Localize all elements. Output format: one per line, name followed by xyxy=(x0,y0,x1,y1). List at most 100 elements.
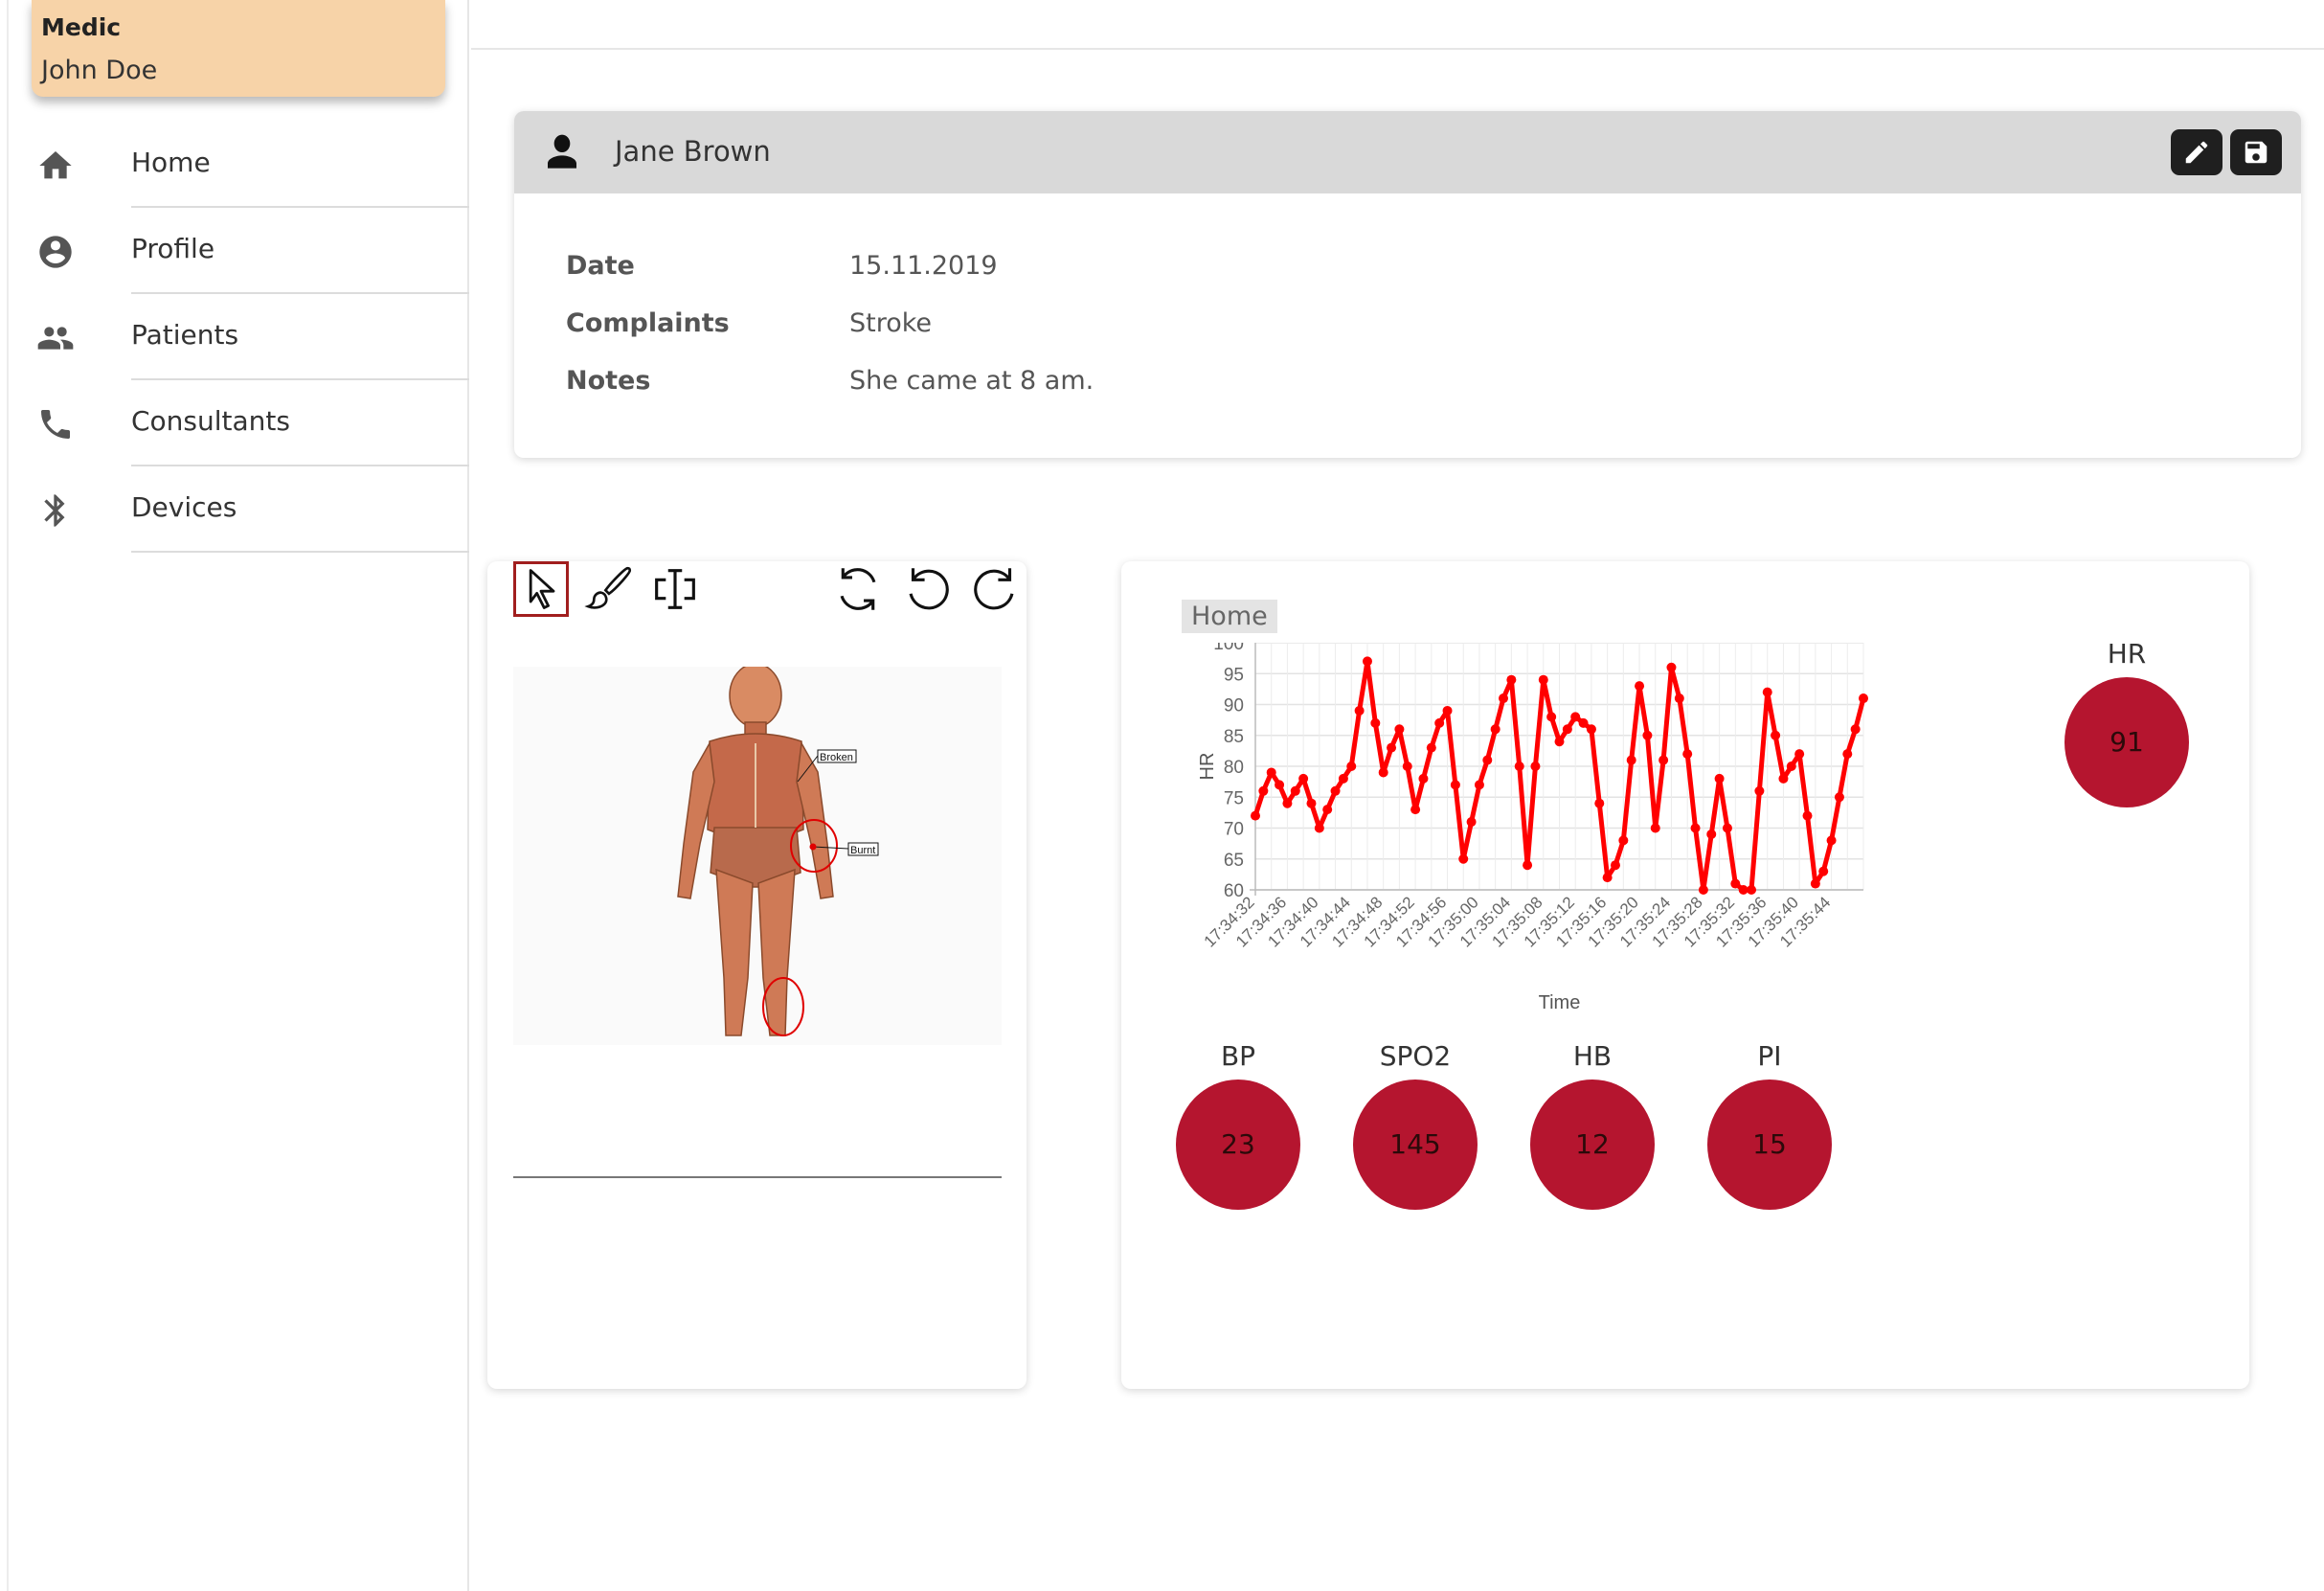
complaints-label: Complaints xyxy=(566,308,730,338)
hr-data-point xyxy=(1706,829,1717,839)
hr-data-point xyxy=(1818,866,1829,876)
broken-annotation-label: Broken xyxy=(820,752,853,763)
hr-data-point xyxy=(1482,755,1493,765)
redo-icon xyxy=(974,568,1014,610)
hr-data-point xyxy=(1530,761,1541,771)
hr-data-point xyxy=(1714,773,1725,784)
hr-data-point xyxy=(1570,712,1581,722)
hr-data-point xyxy=(1842,749,1853,760)
hr-data-point xyxy=(1523,860,1533,871)
hr-data-point xyxy=(1578,717,1589,728)
hr-data-point xyxy=(1538,674,1548,685)
y-tick-label: 80 xyxy=(1224,758,1244,778)
y-tick-label: 90 xyxy=(1224,696,1244,716)
brush-tool-button[interactable] xyxy=(581,561,637,617)
bp-label: BP xyxy=(1220,1040,1256,1072)
burnt-annotation-label: Burnt xyxy=(850,845,875,856)
hr-data-point xyxy=(1499,693,1509,704)
hr-data-point xyxy=(1442,705,1453,716)
undo-icon xyxy=(909,568,949,610)
tab-home[interactable]: Home xyxy=(1182,600,1277,633)
hr-data-point xyxy=(1762,687,1772,697)
canvas-baseline xyxy=(513,1176,1002,1178)
sidebar-item-label: Profile xyxy=(131,233,215,264)
hr-data-point xyxy=(1298,773,1309,784)
person-icon xyxy=(548,134,576,169)
hr-data-point xyxy=(1466,817,1477,828)
hr-data-point xyxy=(1826,835,1837,846)
hr-data-point xyxy=(1322,805,1333,815)
date-value: 15.11.2019 xyxy=(849,251,998,281)
hr-data-point xyxy=(1402,761,1412,771)
hr-data-point xyxy=(1850,724,1861,735)
pointer-icon xyxy=(529,569,555,609)
sidebar-item-label: Devices xyxy=(131,491,237,523)
hr-data-point xyxy=(1266,767,1276,778)
hr-data-point xyxy=(1514,761,1524,771)
hr-data-point xyxy=(1834,792,1844,803)
spo2-vital: SPO2 145 xyxy=(1348,1040,1482,1210)
hr-data-point xyxy=(1450,780,1460,790)
hr-data-point xyxy=(1594,798,1605,808)
y-tick-label: 70 xyxy=(1224,820,1244,840)
hr-data-point xyxy=(1418,773,1429,784)
text-tool-button[interactable] xyxy=(647,561,703,617)
bp-vital: BP 23 xyxy=(1171,1040,1305,1210)
undo-button[interactable] xyxy=(899,561,955,617)
pointer-tool-button[interactable] xyxy=(513,561,569,617)
body-drawing-canvas[interactable]: Broken Burnt xyxy=(513,667,1002,1045)
patient-card-header: Jane Brown xyxy=(514,111,2301,193)
sidebar-item-patients[interactable]: Patients xyxy=(0,294,469,380)
sidebar-item-profile[interactable]: Profile xyxy=(0,208,469,294)
hr-data-point xyxy=(1554,737,1565,747)
hb-label: HB xyxy=(1572,1040,1613,1072)
user-card[interactable]: Medic John Doe xyxy=(32,0,445,97)
y-tick-label: 75 xyxy=(1224,788,1244,808)
hr-data-point xyxy=(1602,873,1613,883)
y-tick-label: 95 xyxy=(1224,665,1244,685)
hr-data-point xyxy=(1642,730,1653,740)
hr-data-point xyxy=(1306,798,1317,808)
hr-data-point xyxy=(1618,835,1629,846)
hr-data-point xyxy=(1610,860,1620,871)
hr-data-point xyxy=(1754,785,1765,796)
refresh-button[interactable] xyxy=(830,561,886,617)
save-button[interactable] xyxy=(2230,129,2282,175)
hr-data-point xyxy=(1506,674,1517,685)
y-tick-label: 65 xyxy=(1224,851,1244,871)
pi-vital: PI 15 xyxy=(1703,1040,1837,1210)
hr-data-point xyxy=(1426,742,1436,753)
hr-data-point xyxy=(1362,656,1372,667)
refresh-icon xyxy=(840,568,876,610)
hr-data-point xyxy=(1786,761,1796,771)
edit-button[interactable] xyxy=(2171,129,2222,175)
hr-data-point xyxy=(1810,878,1820,889)
floppy-disk-icon xyxy=(2245,141,2268,164)
hr-data-point xyxy=(1314,823,1324,833)
hr-data-point xyxy=(1354,705,1365,716)
patient-card: Jane Brown Date 15.11.2019 Complaints St… xyxy=(514,111,2301,458)
hr-data-point xyxy=(1387,742,1397,753)
sidebar-item-devices[interactable]: Devices xyxy=(0,466,469,553)
hr-data-point xyxy=(1490,724,1500,735)
hr-data-point xyxy=(1674,693,1684,704)
human-anatomy-figure xyxy=(677,667,834,1036)
y-axis-title: HR xyxy=(1197,753,1218,781)
x-axis-title: Time xyxy=(1539,992,1581,1013)
home-icon xyxy=(39,151,72,179)
hr-data-point xyxy=(1458,853,1469,864)
user-role: Medic xyxy=(41,13,122,41)
sidebar-item-label: Home xyxy=(131,147,211,178)
hr-data-point xyxy=(1635,681,1645,692)
sidebar-item-consultants[interactable]: Consultants xyxy=(0,380,469,466)
hr-label: HR xyxy=(2107,638,2147,670)
hr-data-point xyxy=(1859,693,1868,704)
sidebar-item-home[interactable]: Home xyxy=(0,122,469,208)
complaints-value: Stroke xyxy=(849,308,933,338)
redo-button[interactable] xyxy=(968,561,1024,617)
y-tick-label: 100 xyxy=(1213,643,1244,654)
phone-icon xyxy=(41,410,70,439)
hr-data-point xyxy=(1282,798,1293,808)
hr-data-point xyxy=(1730,878,1741,889)
body-annotation-card: Broken Burnt xyxy=(487,561,1027,1389)
